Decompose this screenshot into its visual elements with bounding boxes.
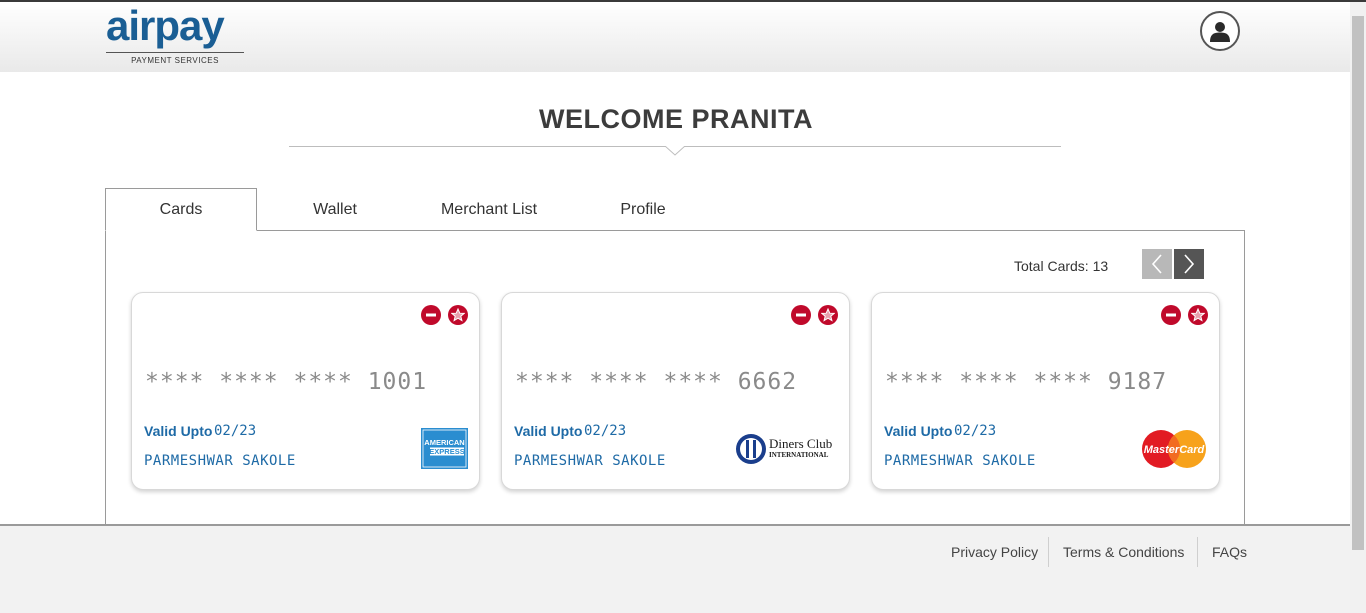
tab-label: Profile: [620, 200, 666, 218]
terms-conditions-link[interactable]: Terms & Conditions: [1063, 544, 1184, 560]
diners-club-logo-icon: Diners Club INTERNATIONAL: [736, 434, 832, 464]
logo-text: airpay: [106, 2, 225, 49]
chevron-right-icon: [1184, 254, 1195, 274]
chevron-left-icon: [1151, 254, 1162, 274]
star-icon: [451, 308, 465, 322]
tab-merchant-list[interactable]: Merchant List: [419, 188, 559, 231]
footer-separator: [1048, 537, 1049, 567]
tab-cards[interactable]: Cards: [105, 188, 257, 231]
amex-line-2: EXPRESS: [429, 447, 464, 456]
airpay-logo[interactable]: airpay PAYMENT SERVICES: [106, 2, 246, 68]
saved-card[interactable]: **** **** **** 9187 Valid Upto 02/23 PAR…: [871, 292, 1220, 490]
minus-icon: [796, 313, 806, 317]
favorite-card-button[interactable]: [448, 305, 468, 325]
card-number: **** **** **** 9187: [885, 369, 1168, 395]
valid-upto-label: Valid Upto: [144, 423, 213, 439]
tab-label: Cards: [159, 200, 203, 218]
logo-subtitle: PAYMENT SERVICES: [131, 56, 219, 65]
remove-card-button[interactable]: [421, 305, 441, 325]
card-holder-name: PARMESHWAR SAKOLE: [144, 453, 296, 469]
vertical-scrollbar[interactable]: [1350, 2, 1366, 613]
divider-notch-icon: [665, 146, 685, 156]
valid-upto-label: Valid Upto: [884, 423, 953, 439]
card-holder-name: PARMESHWAR SAKOLE: [514, 453, 666, 469]
amex-logo-icon: AMERICAN EXPRESS: [421, 428, 468, 469]
card-number: **** **** **** 1001: [145, 369, 428, 395]
card-number: **** **** **** 6662: [515, 369, 798, 395]
remove-card-button[interactable]: [791, 305, 811, 325]
favorite-card-button[interactable]: [818, 305, 838, 325]
tab-label: Merchant List: [440, 200, 538, 218]
user-icon: [1210, 22, 1230, 42]
star-icon: [821, 308, 835, 322]
user-menu-button[interactable]: [1200, 11, 1240, 51]
tab-profile[interactable]: Profile: [583, 188, 703, 231]
footer-separator: [1197, 537, 1198, 567]
diners-line-1: Diners Club: [769, 436, 832, 451]
saved-card[interactable]: **** **** **** 6662 Valid Upto 02/23 PAR…: [501, 292, 850, 490]
faqs-link[interactable]: FAQs: [1212, 544, 1247, 560]
valid-upto-value: 02/23: [214, 423, 257, 439]
footer: Privacy Policy Terms & Conditions FAQs: [0, 526, 1350, 613]
minus-icon: [1166, 313, 1176, 317]
amex-line-1: AMERICAN: [424, 438, 464, 447]
valid-upto-value: 02/23: [954, 423, 997, 439]
logo-divider: [106, 52, 244, 53]
header: airpay PAYMENT SERVICES: [0, 2, 1350, 72]
saved-card[interactable]: **** **** **** 1001 Valid Upto 02/23 PAR…: [131, 292, 480, 490]
minus-icon: [426, 313, 436, 317]
star-icon: [1191, 308, 1205, 322]
valid-upto-value: 02/23: [584, 423, 627, 439]
privacy-policy-link[interactable]: Privacy Policy: [951, 544, 1038, 560]
mastercard-wordmark: MasterCard: [1144, 444, 1205, 456]
tab-label: Wallet: [313, 200, 357, 218]
favorite-card-button[interactable]: [1188, 305, 1208, 325]
valid-upto-label: Valid Upto: [514, 423, 583, 439]
tab-wallet[interactable]: Wallet: [270, 188, 400, 231]
next-page-button[interactable]: [1174, 249, 1204, 279]
card-holder-name: PARMESHWAR SAKOLE: [884, 453, 1036, 469]
mastercard-logo-icon: MasterCard: [1142, 430, 1206, 468]
prev-page-button[interactable]: [1142, 249, 1172, 279]
welcome-title: WELCOME PRANITA: [539, 104, 813, 134]
total-cards-count: Total Cards: 13: [1014, 258, 1109, 274]
diners-line-2: INTERNATIONAL: [769, 451, 829, 459]
scrollbar-thumb[interactable]: [1352, 16, 1364, 550]
remove-card-button[interactable]: [1161, 305, 1181, 325]
